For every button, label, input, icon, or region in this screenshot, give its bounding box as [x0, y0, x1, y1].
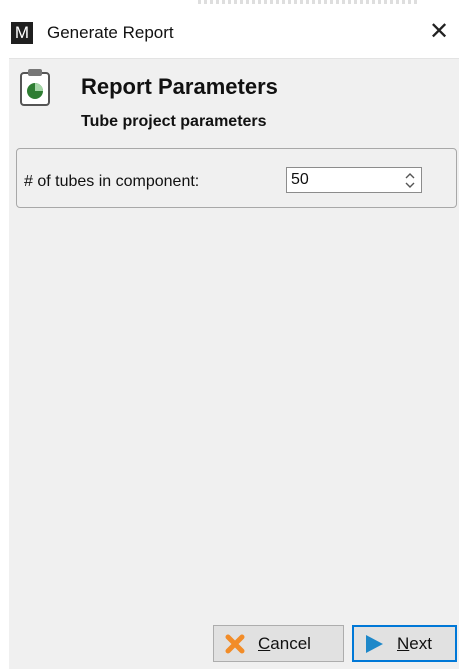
close-button[interactable]: ✕: [425, 16, 453, 48]
page-subtitle: Tube project parameters: [81, 113, 267, 130]
next-button[interactable]: Next: [352, 625, 457, 662]
next-mnemonic: N: [397, 634, 410, 653]
tubes-count-input[interactable]: [291, 168, 391, 192]
cancel-label-rest: ancel: [270, 634, 311, 653]
cancel-button-label: Cancel: [258, 634, 311, 654]
play-arrow-icon: [366, 635, 383, 653]
app-icon: M: [11, 22, 33, 44]
generate-report-dialog: M Generate Report ✕ Report Parameters Tu…: [0, 0, 461, 671]
next-button-label: Next: [397, 634, 432, 654]
window-frame-left: [0, 0, 9, 671]
title-bar[interactable]: M Generate Report ✕: [0, 0, 461, 59]
spin-down-icon[interactable]: [405, 181, 415, 189]
next-label-rest: ext: [409, 634, 432, 653]
spin-up-icon[interactable]: [405, 172, 415, 180]
page-title: Report Parameters: [81, 74, 278, 99]
clipboard-pie-chart-icon: [20, 69, 50, 106]
cancel-mnemonic: C: [258, 634, 271, 653]
background-window-edge: [198, 0, 418, 4]
tubes-count-label: # of tubes in component:: [24, 173, 200, 190]
window-title: Generate Report: [47, 23, 174, 42]
cancel-button[interactable]: Cancel: [213, 625, 344, 662]
x-icon: [225, 634, 245, 654]
tubes-count-stepper[interactable]: [286, 167, 422, 193]
